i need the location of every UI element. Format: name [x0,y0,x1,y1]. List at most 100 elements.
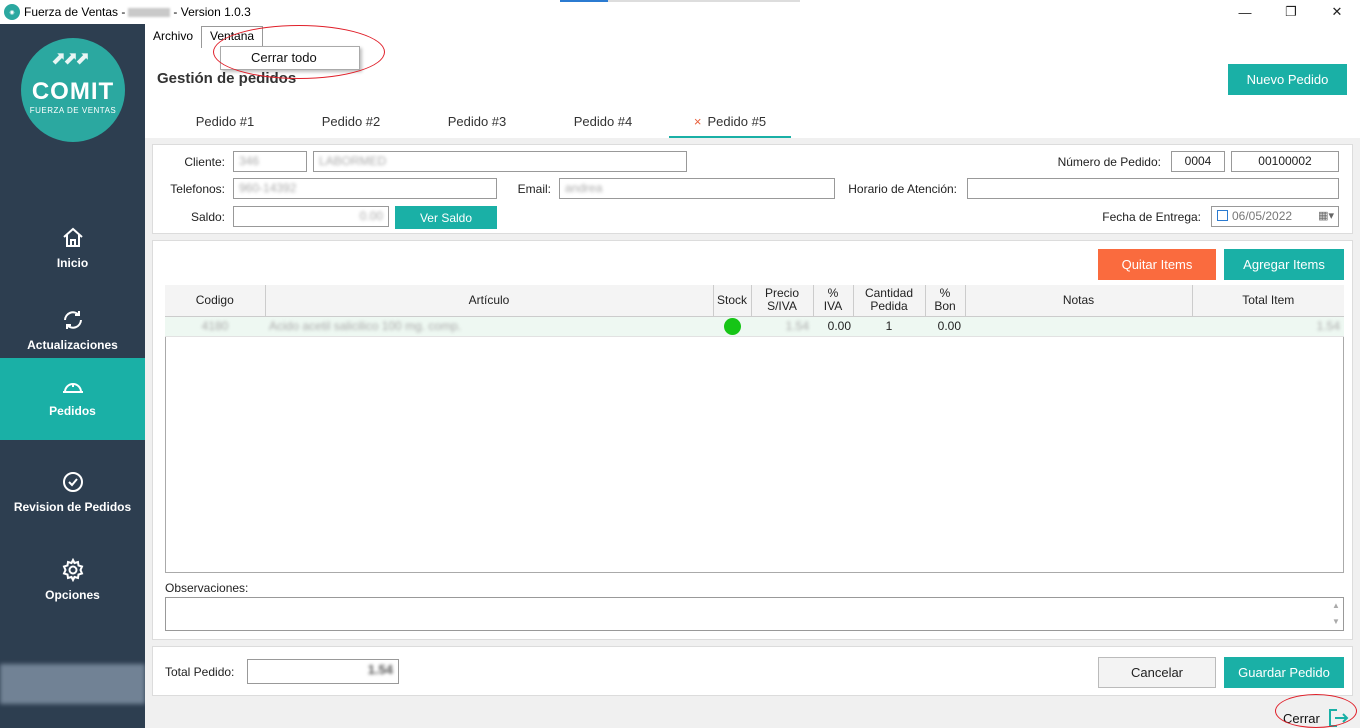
col-label-2: IVA [823,299,843,314]
comit-logo: ⬈⬈⬈ COMIT FUERZA DE VENTAS [21,38,125,142]
sidebar-footer-logo [0,664,145,704]
total-pedido-label: Total Pedido: [165,665,235,679]
gear-icon [62,558,83,582]
tab-pedido-2[interactable]: Pedido #2 [321,108,381,138]
sidebar-item-pedidos[interactable]: Pedidos [0,358,145,440]
logo-tagline: FUERZA DE VENTAS [29,106,117,115]
cell-cantidad[interactable]: 1 [853,316,925,337]
table-row[interactable]: 4180 Acido acetil salicilico 100 mg. com… [165,316,1344,337]
minimize-button[interactable]: — [1222,0,1268,24]
close-window-button[interactable]: ✕ [1314,0,1360,24]
items-table: Codigo Artículo Stock Precio S/IVA % IVA C… [165,285,1344,337]
close-tab-icon[interactable]: × [694,114,702,129]
cell-bon[interactable]: 0.00 [925,316,965,337]
cancelar-button[interactable]: Cancelar [1098,657,1216,688]
telefonos-label: Telefonos: [170,182,225,196]
cliente-name-value: LABORMED [319,154,387,168]
col-label: % [827,286,839,301]
main-area: Archivo Ventana Cerrar todo Gestión de p… [145,24,1360,728]
stock-indicator-icon [723,317,741,335]
tab-pedido-3[interactable]: Pedido #3 [447,108,507,138]
cerrar-label: Cerrar [1283,710,1320,726]
sidebar: ⬈⬈⬈ COMIT FUERZA DE VENTAS Inicio Actual… [0,24,145,728]
cerrar-button[interactable]: Cerrar [1283,708,1350,728]
checkbox-icon[interactable] [1217,210,1228,221]
col-codigo[interactable]: Codigo [165,285,266,317]
cell-iva[interactable]: 0.00 [813,316,853,337]
quitar-items-button[interactable]: Quitar Items [1098,249,1216,280]
calendar-dropdown-icon[interactable]: ▦▾ [1318,209,1334,222]
col-notas[interactable]: Notas [965,285,1193,317]
cell-codigo[interactable]: 4180 [165,316,265,337]
window-title-prefix: Fuerza de Ventas - [24,5,126,19]
sidebar-item-revision[interactable]: Revision de Pedidos [0,454,145,536]
table-header-row: Codigo Artículo Stock Precio S/IVA % IVA C… [165,285,1344,317]
cliente-code-field[interactable]: 346 [233,151,307,172]
observaciones-scrollbar[interactable]: ▲ ▼ [1329,598,1343,630]
observaciones-textarea[interactable] [165,597,1344,631]
cell-precio[interactable]: 1.54 [751,316,813,337]
page-title: Gestión de pedidos [157,70,297,87]
tab-pedido-4[interactable]: Pedido #4 [573,108,633,138]
menubar: Archivo Ventana [145,24,1360,48]
tab-pedido-1[interactable]: Pedido #1 [195,108,255,138]
col-cantidad[interactable]: Cantidad Pedida [853,285,926,317]
saldo-field[interactable]: 0.00 [233,206,389,227]
numero-pedido-field[interactable]: 00100002 [1231,151,1339,172]
col-iva[interactable]: % IVA [813,285,854,317]
cell-stock [713,316,751,337]
col-label: Codigo [195,292,234,307]
col-label: Stock [716,292,747,307]
email-field[interactable]: andrea [559,178,835,199]
observaciones-label: Observaciones: [165,581,249,595]
col-stock[interactable]: Stock [713,285,752,317]
sidebar-item-label: Actualizaciones [27,338,118,352]
numero-serie-field[interactable]: 0004 [1171,151,1225,172]
sidebar-item-opciones[interactable]: Opciones [0,542,145,624]
menu-item-cerrar-todo[interactable]: Cerrar todo [220,46,360,70]
col-label: Notas [1062,292,1095,307]
horario-field[interactable] [967,178,1339,199]
col-total[interactable]: Total Item [1192,285,1344,317]
cell-total: 1.54 [1192,316,1344,337]
order-tabs: Pedido #1 Pedido #2 Pedido #3 Pedido #4 … [145,108,1360,138]
order-content: Cliente: 346 LABORMED Número de Pedido: … [145,138,1360,728]
sidebar-item-label: Inicio [56,256,89,270]
order-icon [62,383,83,393]
window-title: Fuerza de Ventas - - Version 1.0.3 [24,5,251,19]
redacted-company [128,8,171,18]
col-label: Total Item [1242,292,1295,307]
guardar-pedido-button[interactable]: Guardar Pedido [1224,657,1344,688]
telefonos-field[interactable]: 960-14392 [233,178,497,199]
cell-value: 1.54 [1316,319,1340,333]
nuevo-pedido-button[interactable]: Nuevo Pedido [1228,64,1347,95]
sidebar-item-inicio[interactable]: Inicio [0,210,145,292]
sidebar-item-label: Opciones [45,588,100,602]
email-label: Email: [517,182,551,196]
numero-pedido-label: Número de Pedido: [1057,155,1161,169]
tab-pedido-5[interactable]: × Pedido #5 [669,108,791,138]
col-bon[interactable]: % Bon [925,285,966,317]
col-label-2: Pedida [870,299,908,314]
refresh-icon [63,311,82,329]
items-panel: Quitar Items Agregar Items Codigo Artícu… [152,240,1353,640]
menu-archivo[interactable]: Archivo [145,27,201,45]
col-precio[interactable]: Precio S/IVA [751,285,814,317]
check-circle-icon [62,472,83,492]
agregar-items-button[interactable]: Agregar Items [1224,249,1344,280]
fecha-entrega-picker[interactable]: 06/05/2022 ▦▾ [1211,206,1339,227]
home-icon [62,227,83,247]
footer-panel: Total Pedido: 1.54 Cancelar Guardar Pedi… [152,646,1353,696]
cliente-label: Cliente: [184,155,225,169]
col-label-2: Bon [934,299,956,314]
maximize-button[interactable]: ❐ [1268,0,1314,24]
ver-saldo-button[interactable]: Ver Saldo [395,206,497,229]
app-logo-icon: ◉ [4,4,20,20]
cell-articulo[interactable]: Acido acetil salicilico 100 mg. comp. [265,316,713,337]
menu-ventana[interactable]: Ventana [201,26,264,48]
total-pedido-value: 1.54 [367,662,393,677]
col-articulo[interactable]: Artículo [265,285,714,317]
cell-notas[interactable] [965,316,1192,337]
fecha-entrega-value: 06/05/2022 [1232,209,1293,223]
cliente-name-field[interactable]: LABORMED [313,151,687,172]
